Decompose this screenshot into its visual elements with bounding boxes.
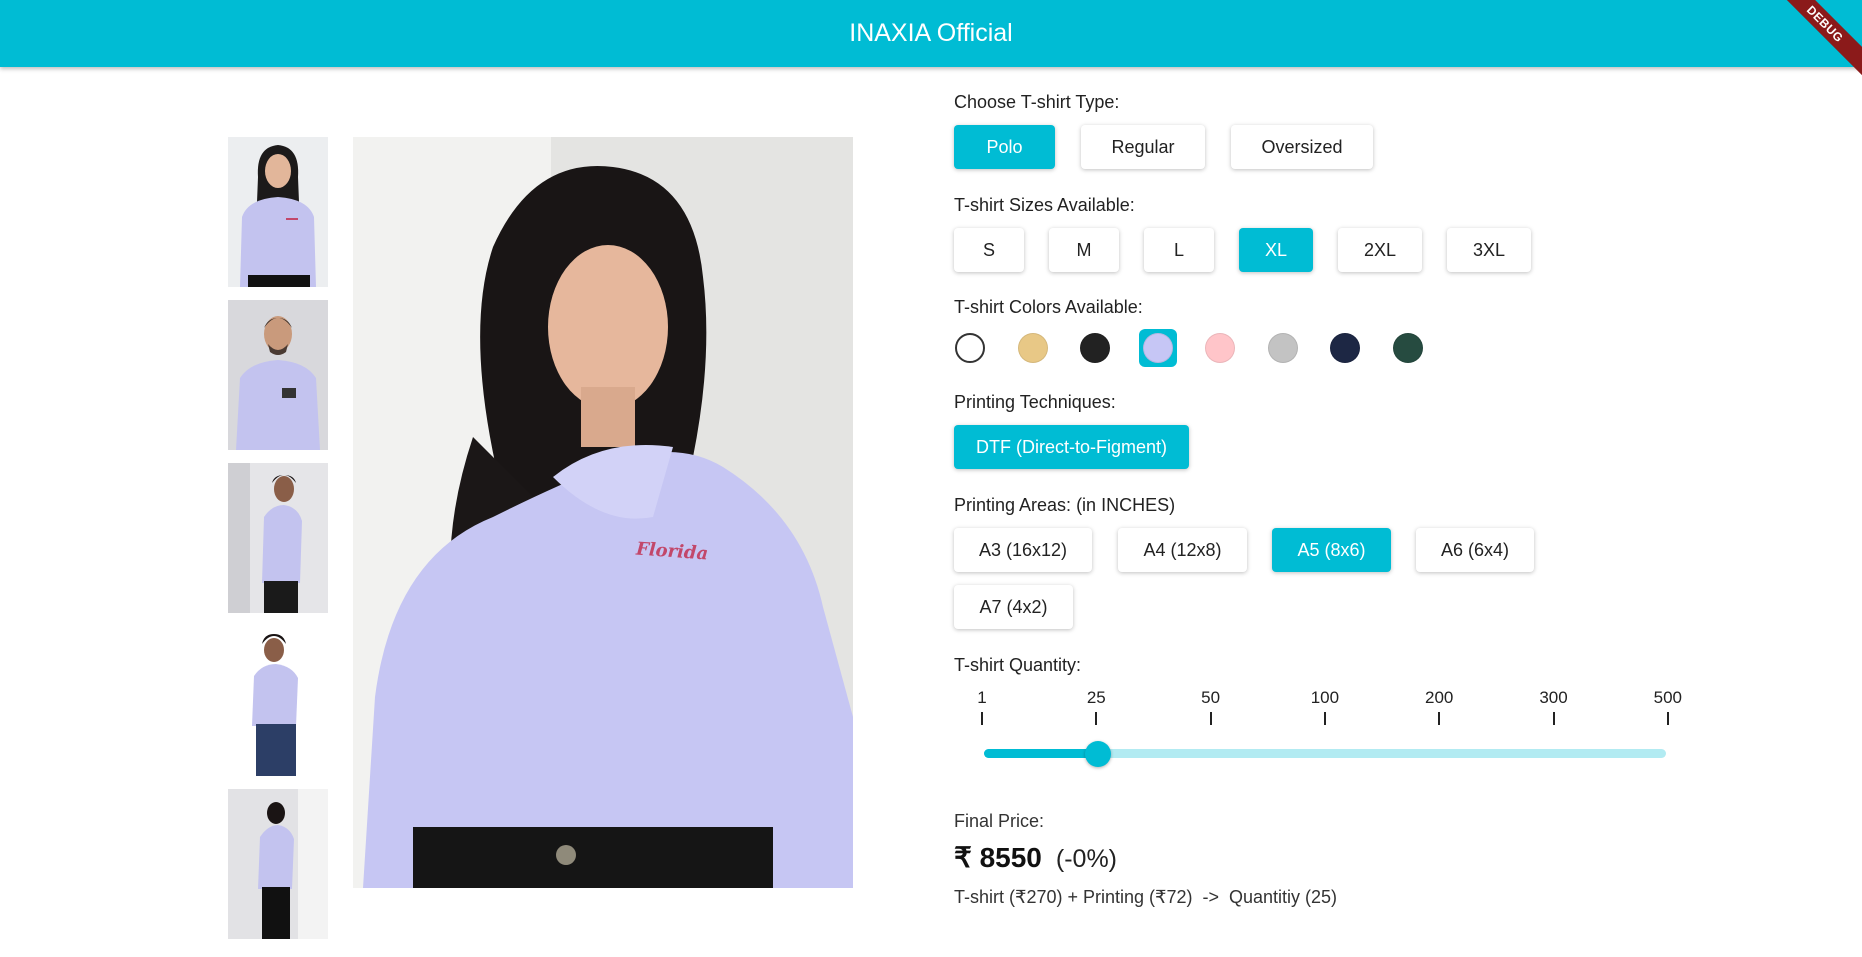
color-swatch-2[interactable] bbox=[1014, 329, 1052, 367]
color-swatch-dot bbox=[1080, 333, 1110, 363]
area-section-label: Printing Areas: (in INCHES) bbox=[954, 495, 1176, 515]
size-l-chip[interactable]: L bbox=[1144, 228, 1214, 272]
quantity-section-label: T-shirt Quantity: bbox=[954, 655, 1082, 675]
price-row: ₹ 8550 (-0%) bbox=[954, 841, 1117, 874]
color-swatch-7[interactable] bbox=[1326, 329, 1364, 367]
final-price-amount: ₹ 8550 bbox=[954, 842, 1042, 873]
color-swatch-6[interactable] bbox=[1264, 329, 1302, 367]
area-a3-chip[interactable]: A3 (16x12) bbox=[954, 528, 1092, 572]
size-section-label: T-shirt Sizes Available: bbox=[954, 195, 1135, 215]
app-title: INAXIA Official bbox=[849, 19, 1013, 47]
thumbnail-woman-front[interactable] bbox=[228, 137, 328, 287]
area-a6-chip[interactable]: A6 (6x4) bbox=[1416, 528, 1534, 572]
thumbnail-man-side[interactable] bbox=[228, 463, 328, 613]
quantity-tick-label: 50 bbox=[1201, 688, 1221, 707]
type-oversized-chip[interactable]: Oversized bbox=[1231, 125, 1373, 169]
color-swatch-dot bbox=[1017, 333, 1048, 363]
type-polo-chip[interactable]: Polo bbox=[954, 125, 1055, 169]
color-swatch-dot bbox=[1142, 333, 1173, 363]
quantity-slider[interactable] bbox=[984, 741, 1666, 767]
area-a7-chip[interactable]: A7 (4x2) bbox=[954, 585, 1073, 629]
quantity-slider-thumb[interactable] bbox=[1084, 741, 1111, 767]
quantity-tick-label: 300 bbox=[1539, 688, 1568, 707]
technique-section-label: Printing Techniques: bbox=[954, 392, 1116, 412]
color-swatch-dot bbox=[1330, 333, 1360, 363]
quantity-tick-label: 500 bbox=[1653, 688, 1682, 707]
main-product-photo: Florida bbox=[353, 137, 853, 888]
color-swatch-dot bbox=[1392, 333, 1423, 363]
size-xl-chip[interactable]: XL bbox=[1239, 228, 1313, 272]
price-breakdown: T-shirt (₹270) + Printing (₹72) -> Quant… bbox=[954, 887, 1338, 907]
type-section-label: Choose T-shirt Type: bbox=[954, 92, 1120, 112]
thumbnail-man-back[interactable] bbox=[228, 789, 328, 939]
quantity-ticks: 1 25 50 100 200 300 500 bbox=[954, 688, 1682, 728]
color-swatch-4[interactable] bbox=[1138, 329, 1177, 367]
color-section-label: T-shirt Colors Available: bbox=[954, 297, 1143, 317]
quantity-tick-mark bbox=[1323, 712, 1326, 725]
quantity-tick-mark bbox=[1438, 712, 1441, 725]
quantity-tick-mark bbox=[981, 712, 983, 725]
size-m-chip[interactable]: M bbox=[1049, 228, 1119, 272]
discount-text: (-0%) bbox=[1055, 845, 1117, 873]
color-swatch-3[interactable] bbox=[1076, 329, 1114, 367]
quantity-tick-label: 200 bbox=[1425, 688, 1454, 707]
quantity-slider-fill bbox=[984, 749, 1098, 758]
quantity-tick-mark bbox=[1095, 712, 1098, 725]
color-swatch-dot bbox=[1267, 333, 1298, 363]
technique-dtf-chip[interactable]: DTF (Direct-to-Figment) bbox=[954, 425, 1189, 469]
quantity-tick-mark bbox=[1552, 712, 1555, 725]
size-2xl-chip[interactable]: 2XL bbox=[1338, 228, 1422, 272]
final-price-label: Final Price: bbox=[954, 811, 1045, 831]
color-swatch-dot bbox=[955, 333, 985, 363]
thumbnail-man-smiling[interactable] bbox=[228, 300, 328, 450]
quantity-tick-mark bbox=[1209, 712, 1212, 725]
color-swatch-5[interactable] bbox=[1201, 329, 1239, 367]
quantity-tick-label: 100 bbox=[1310, 688, 1340, 707]
thumbnail-list bbox=[228, 137, 328, 952]
area-a5-chip[interactable]: A5 (8x6) bbox=[1272, 528, 1391, 572]
app-bar: INAXIA Official DEBUG bbox=[0, 0, 1862, 85]
thumbnail-man-walking[interactable] bbox=[228, 626, 328, 776]
color-swatch-1[interactable] bbox=[951, 329, 989, 367]
color-swatch-dot bbox=[1205, 333, 1235, 363]
size-3xl-chip[interactable]: 3XL bbox=[1447, 228, 1531, 272]
color-swatch-8[interactable] bbox=[1389, 329, 1427, 367]
size-s-chip[interactable]: S bbox=[954, 228, 1024, 272]
type-regular-chip[interactable]: Regular bbox=[1081, 125, 1205, 169]
quantity-tick-label: 25 bbox=[1086, 688, 1106, 707]
area-a4-chip[interactable]: A4 (12x8) bbox=[1118, 528, 1247, 572]
quantity-tick-mark bbox=[1666, 712, 1669, 725]
debug-banner: DEBUG bbox=[1764, 0, 1862, 85]
quantity-tick-label: 1 bbox=[977, 688, 987, 707]
